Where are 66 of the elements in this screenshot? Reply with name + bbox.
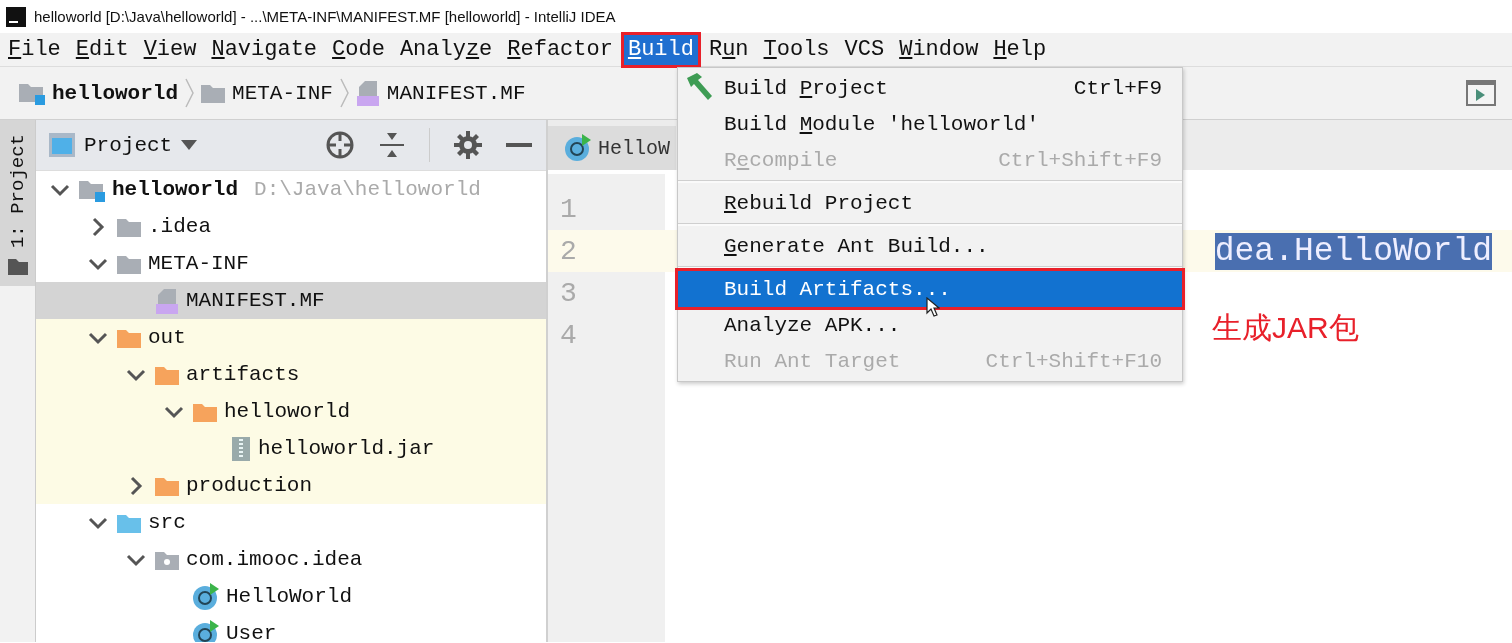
menu-item[interactable]: Navigate (207, 34, 322, 65)
manifest-file-icon (154, 286, 180, 315)
menu-item[interactable]: Analyze APK... (678, 307, 1182, 343)
menu-item[interactable]: Build (623, 34, 698, 65)
menu-item[interactable]: Build Module 'helloworld' (678, 106, 1182, 142)
module-path: D:\Java\helloworld (254, 178, 481, 201)
tree-row[interactable]: helloworld.jar (36, 430, 546, 467)
editor-tab[interactable]: HelloW (548, 126, 676, 170)
folder-icon (6, 256, 29, 277)
menu-item[interactable]: Tools (759, 34, 834, 65)
shortcut-text: Ctrl+Shift+F10 (985, 349, 1162, 373)
menu-item[interactable]: Generate Ant Build... (678, 228, 1182, 264)
tree-row[interactable]: src (36, 504, 546, 541)
menu-item[interactable]: Build Project Ctrl+F9 (678, 70, 1182, 106)
menu-item[interactable]: Edit (71, 34, 133, 65)
tree-row[interactable]: helloworld D:\Java\helloworld (36, 171, 546, 208)
menu-item[interactable]: Analyze (395, 34, 497, 65)
locate-icon (325, 130, 355, 160)
breadcrumb-item[interactable]: MANIFEST.MF (386, 81, 526, 105)
menu-item[interactable]: Rebuild Project (678, 185, 1182, 221)
shortcut-text: Ctrl+Shift+F9 (998, 148, 1162, 172)
annotation-text: 生成JAR包 (1212, 310, 1359, 346)
settings-icon (454, 131, 482, 159)
menu-item[interactable]: File (4, 34, 65, 65)
panel-title[interactable]: Project (84, 133, 173, 157)
line-number: 3 (559, 277, 578, 309)
minimize-icon (506, 143, 532, 147)
menu-item[interactable]: Refactor (503, 34, 617, 65)
breadcrumb-item[interactable]: META-INF (232, 81, 333, 105)
class-icon (192, 619, 220, 642)
tool-window-tab[interactable]: 1: Project (0, 120, 35, 287)
menu-item[interactable]: View (139, 34, 201, 65)
panel-icon (48, 132, 76, 158)
tree-label: helloworld (112, 178, 239, 201)
archive-file-icon (230, 434, 252, 463)
class-icon (192, 582, 220, 611)
tree-row[interactable]: User (36, 615, 546, 642)
menu-item[interactable]: Window (895, 34, 983, 65)
menu-item[interactable]: Run (704, 34, 753, 65)
shortcut-text: Ctrl+F9 (1073, 76, 1162, 100)
tree-row[interactable]: out (36, 319, 546, 356)
run-console-icon (1466, 80, 1496, 106)
breadcrumb-separator-icon (184, 78, 195, 108)
collapse-all-icon (379, 132, 405, 158)
menu-item[interactable]: Help (989, 34, 1051, 65)
line-number: 2 (559, 235, 578, 267)
line-number: 4 (559, 319, 578, 351)
menu-item[interactable]: VCS (840, 34, 889, 65)
dropdown-caret-icon (180, 139, 199, 151)
breadcrumb-item[interactable]: helloworld (52, 81, 179, 105)
manifest-file-icon (354, 79, 381, 107)
tree-row[interactable]: HelloWorld (36, 578, 546, 615)
menu-item[interactable]: Code (328, 34, 389, 65)
line-number: 1 (559, 193, 578, 225)
tree-row[interactable]: META-INF (36, 245, 546, 282)
code-text: dea.HelloWorld (1214, 232, 1492, 270)
tree-row[interactable]: com.imooc.idea (36, 541, 546, 578)
tree-row[interactable]: production (36, 467, 546, 504)
tree-row[interactable]: MANIFEST.MF (36, 282, 546, 319)
tree-row[interactable]: .idea (36, 208, 546, 245)
tree-row[interactable]: artifacts (36, 356, 546, 393)
app-icon (6, 6, 26, 27)
window-title: helloworld [D:\Java\helloworld] - ...\META-INF\MANIFEST.MF [helloworld] - IntelliJ IDEA (34, 8, 616, 25)
class-icon (564, 134, 592, 162)
breadcrumb-separator-icon (338, 78, 349, 108)
tree-row[interactable]: helloworld (36, 393, 546, 430)
